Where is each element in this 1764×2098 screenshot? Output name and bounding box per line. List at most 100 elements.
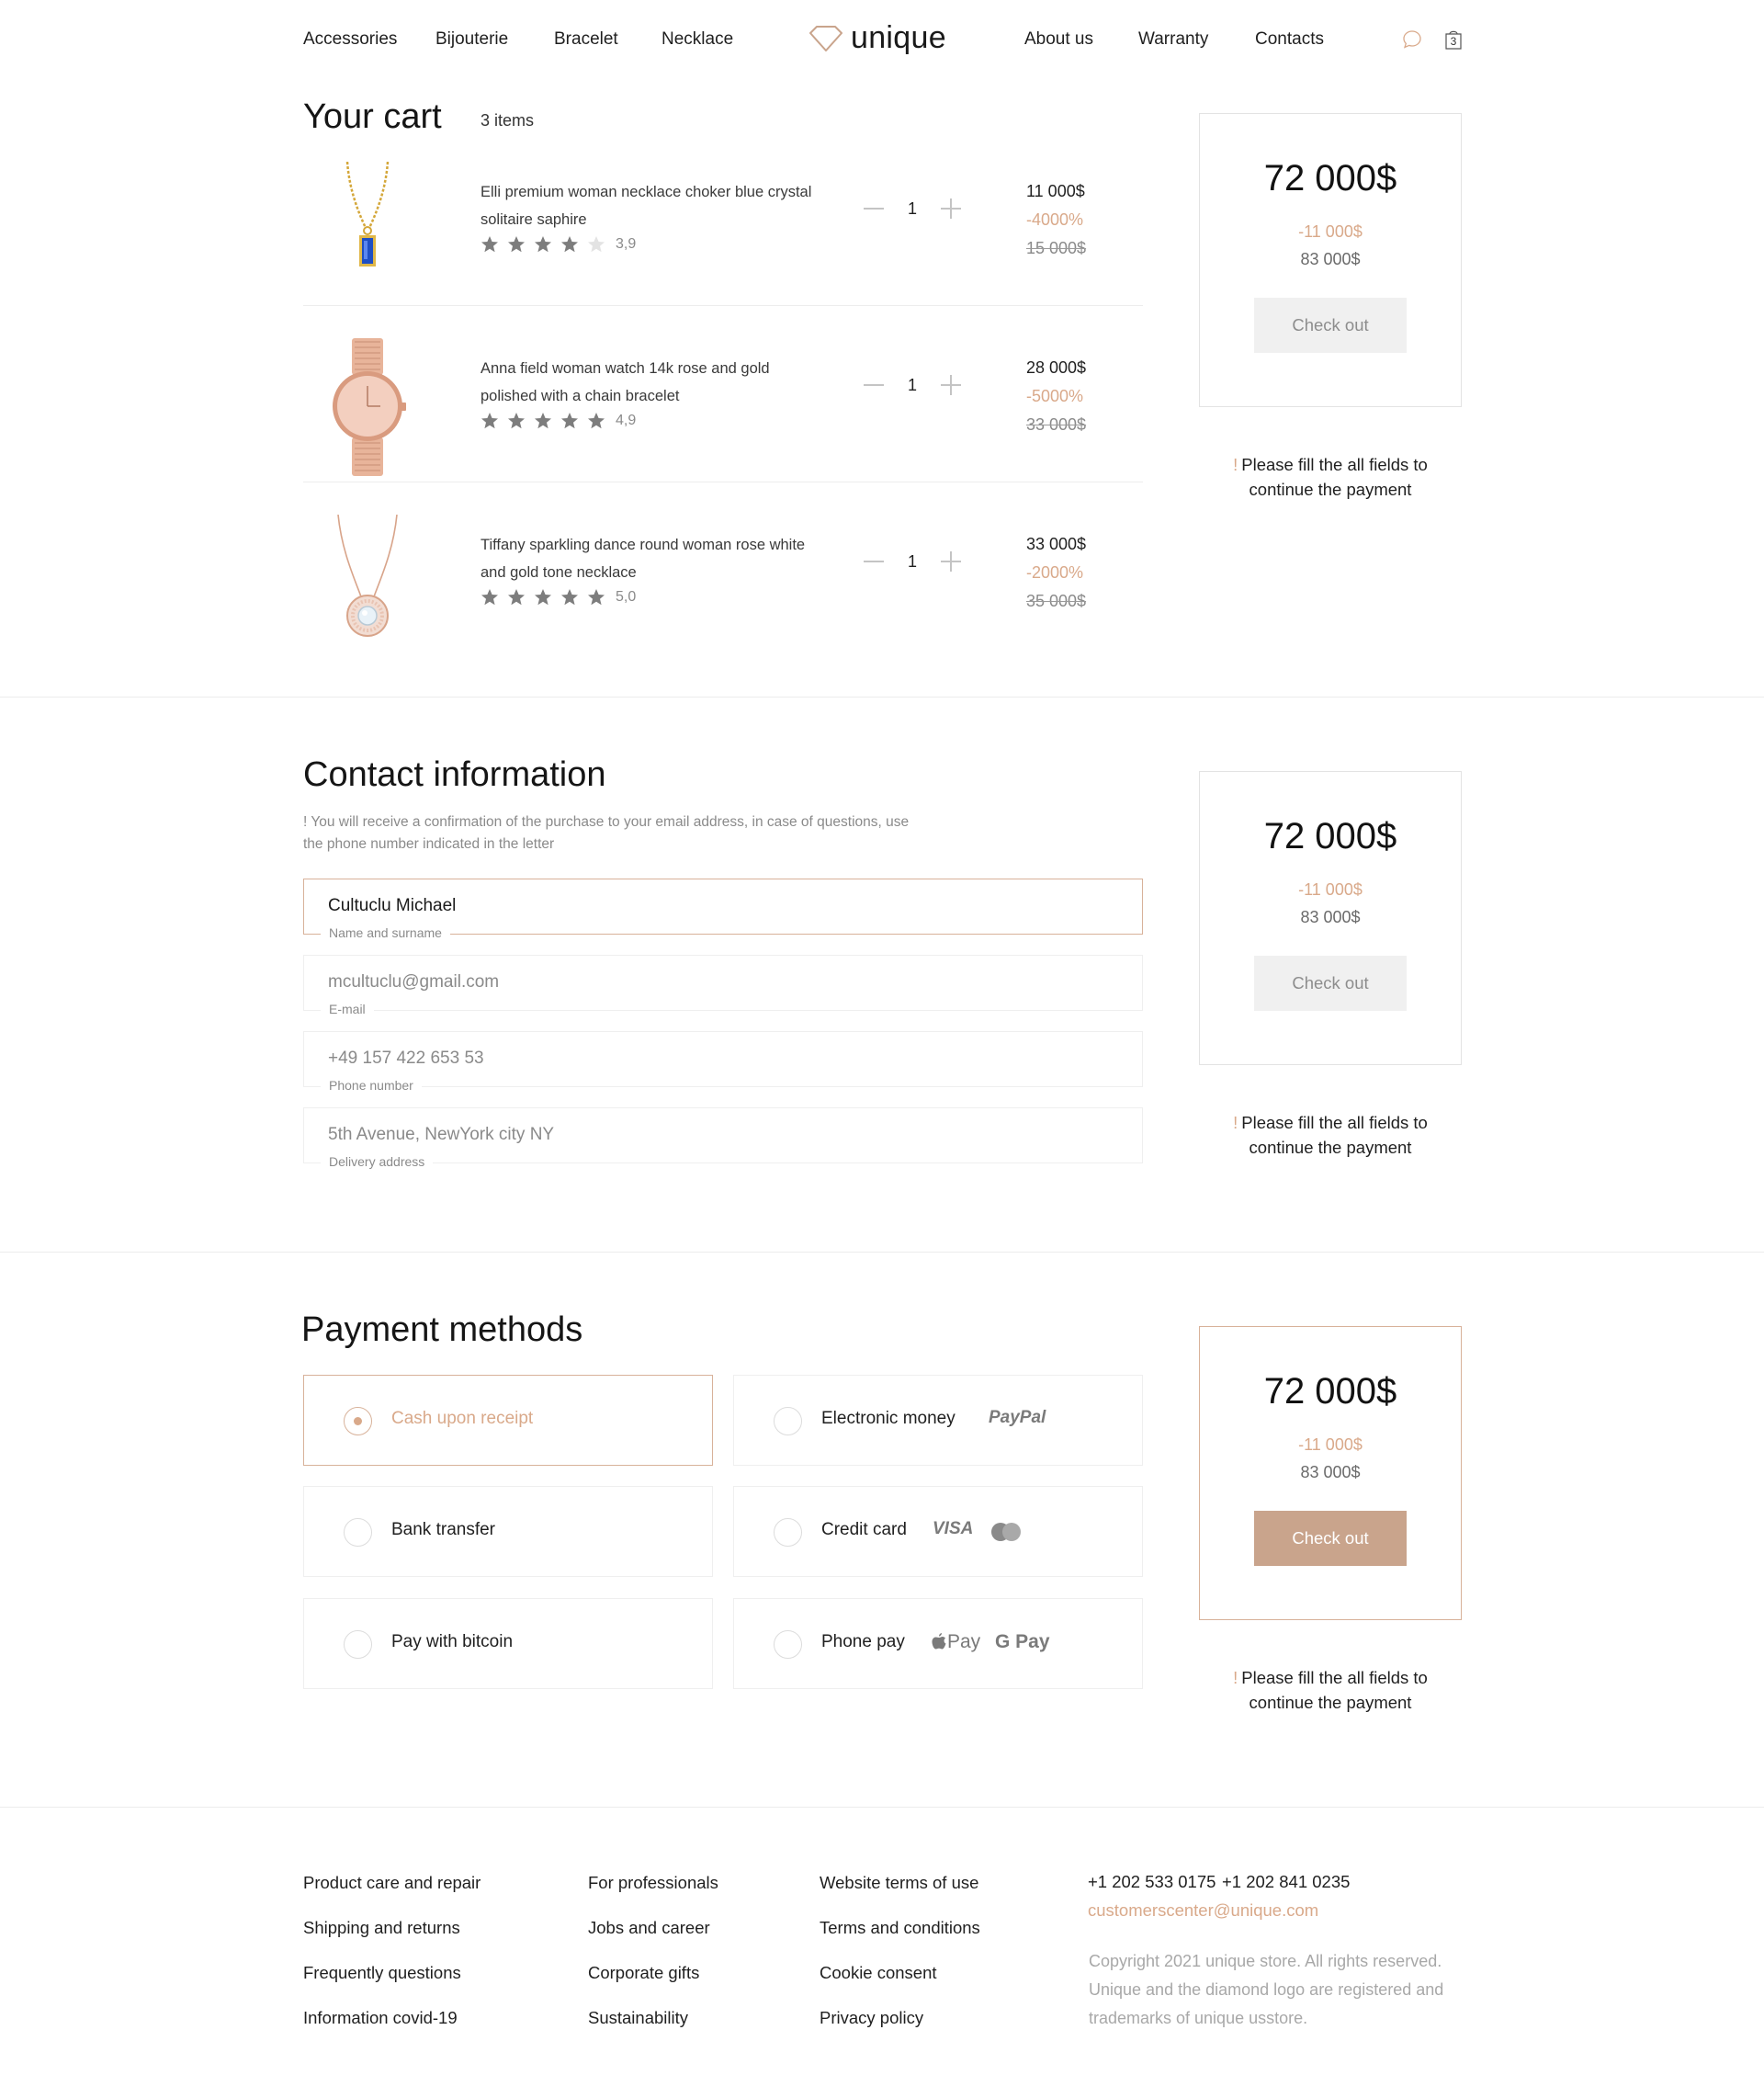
nav-link-about[interactable]: About us	[1024, 29, 1093, 50]
checkout-button[interactable]: Check out	[1254, 956, 1407, 1011]
footer-link-terms-of-use[interactable]: Website terms of use	[820, 1873, 978, 1893]
nav-link-bracelet[interactable]: Bracelet	[554, 29, 618, 50]
email-field: E-mail	[303, 955, 1143, 1016]
radio-button[interactable]	[774, 1407, 802, 1435]
warning-text: Please fill the all fields to continue t…	[1241, 455, 1428, 499]
radio-button[interactable]	[344, 1630, 372, 1659]
radio-button[interactable]	[344, 1518, 372, 1547]
payment-option-label: Cash upon receipt	[391, 1409, 534, 1428]
payment-option-bank[interactable]: Bank transfer	[303, 1486, 713, 1577]
address-input[interactable]	[328, 1108, 1109, 1162]
summary-original-price: 83 000$	[1300, 250, 1361, 268]
product-name[interactable]: Anna field woman watch 14k rose and gold…	[481, 355, 820, 410]
checkout-button[interactable]: Check out	[1254, 298, 1407, 353]
quantity-stepper: 1	[864, 198, 961, 219]
star-filled-icon	[508, 589, 525, 606]
email-field-label: E-mail	[321, 1002, 374, 1016]
rating-stars: 3,9	[481, 235, 636, 254]
email-input[interactable]	[328, 956, 1109, 1009]
phone-input[interactable]	[328, 1032, 1109, 1085]
item-prices: 33 000$ -2000% 35 000$	[1026, 530, 1086, 616]
phone-field-label: Phone number	[321, 1078, 422, 1093]
increase-quantity-button[interactable]	[941, 551, 961, 572]
section-divider	[0, 1807, 1764, 1808]
site-logo[interactable]: unique	[808, 20, 946, 56]
footer-email-link[interactable]: customerscenter@unique.com	[1088, 1900, 1318, 1921]
payment-title: Payment methods	[301, 1310, 583, 1349]
footer-link-covid[interactable]: Information covid-19	[303, 2008, 458, 2028]
section-divider	[0, 1252, 1764, 1253]
star-filled-icon	[535, 413, 551, 429]
item-discount: -4000%	[1026, 210, 1084, 229]
nav-link-necklace[interactable]: Necklace	[662, 29, 733, 50]
item-old-price: 15 000$	[1026, 239, 1087, 257]
footer-link-jobs[interactable]: Jobs and career	[588, 1918, 710, 1938]
footer-link-terms-conditions[interactable]: Terms and conditions	[820, 1918, 980, 1938]
payment-option-label: Electronic money	[821, 1409, 956, 1428]
chat-icon[interactable]	[1402, 29, 1422, 50]
footer-link-faq[interactable]: Frequently questions	[303, 1963, 461, 1983]
footer-phone[interactable]: +1 202 841 0235	[1222, 1872, 1350, 1892]
decrease-quantity-button[interactable]	[864, 375, 884, 395]
contact-note: ! You will receive a confirmation of the…	[303, 814, 910, 852]
diamond-logo-icon	[809, 25, 842, 51]
product-name[interactable]: Elli premium woman necklace choker blue …	[481, 178, 820, 233]
quantity-stepper: 1	[864, 551, 961, 572]
rose-gold-watch-image	[333, 338, 406, 476]
payment-option-bitcoin[interactable]: Pay with bitcoin	[303, 1598, 713, 1689]
footer-phone[interactable]: +1 202 533 0175	[1088, 1872, 1216, 1892]
star-empty-icon	[588, 236, 605, 253]
nav-link-bijouterie[interactable]: Bijouterie	[435, 29, 508, 50]
decrease-quantity-button[interactable]	[864, 198, 884, 219]
payment-option-phone[interactable]: Phone pay Pay G Pay	[733, 1598, 1143, 1689]
footer-link-care[interactable]: Product care and repair	[303, 1873, 481, 1893]
name-field-label: Name and surname	[321, 925, 450, 940]
footer-link-professionals[interactable]: For professionals	[588, 1873, 718, 1893]
nav-link-accessories[interactable]: Accessories	[303, 29, 397, 50]
rating-stars: 5,0	[481, 588, 636, 607]
footer-link-privacy[interactable]: Privacy policy	[820, 2008, 923, 2028]
nav-link-warranty[interactable]: Warranty	[1138, 29, 1208, 50]
radio-button[interactable]	[774, 1518, 802, 1547]
order-summary: 72 000$ -11 000$ 83 000$ Check out	[1199, 1326, 1462, 1620]
quantity-stepper: 1	[864, 375, 961, 395]
summary-discount: -11 000$	[1298, 1435, 1363, 1454]
visa-logo: VISA	[933, 1519, 974, 1538]
nav-link-contacts[interactable]: Contacts	[1255, 29, 1324, 50]
address-field-label: Delivery address	[321, 1154, 434, 1169]
contact-title: Contact information	[303, 755, 606, 794]
item-price: 11 000$	[1026, 182, 1085, 200]
paypal-logo: PayPal	[989, 1408, 1046, 1427]
rating-stars: 4,9	[481, 412, 636, 430]
footer-link-cookie[interactable]: Cookie consent	[820, 1963, 937, 1983]
increase-quantity-button[interactable]	[941, 198, 961, 219]
payment-option-electronic[interactable]: Electronic money PayPal	[733, 1375, 1143, 1466]
fill-fields-warning: ! Please fill the all fields to continue …	[1199, 452, 1462, 502]
blue-pendant-necklace-image	[345, 162, 390, 267]
star-filled-icon	[481, 413, 498, 429]
product-name[interactable]: Tiffany sparkling dance round woman rose…	[481, 531, 820, 586]
name-field: Name and surname	[303, 879, 1143, 940]
payment-option-label: Pay with bitcoin	[391, 1632, 514, 1651]
cart-bag-icon[interactable]: 3	[1443, 29, 1464, 50]
footer-link-shipping[interactable]: Shipping and returns	[303, 1918, 460, 1938]
mastercard-icon	[991, 1523, 1021, 1541]
summary-original-price: 83 000$	[1300, 1463, 1361, 1481]
footer-link-sustainability[interactable]: Sustainability	[588, 2008, 688, 2028]
rating-value: 4,9	[616, 413, 637, 428]
summary-discount: -11 000$	[1298, 222, 1363, 241]
radio-button[interactable]	[774, 1630, 802, 1659]
quantity-value: 1	[908, 551, 918, 571]
decrease-quantity-button[interactable]	[864, 551, 884, 572]
item-old-price: 33 000$	[1026, 415, 1087, 434]
cart-item: Tiffany sparkling dance round woman rose…	[303, 515, 1143, 691]
increase-quantity-button[interactable]	[941, 375, 961, 395]
item-prices: 28 000$ -5000% 33 000$	[1026, 354, 1086, 439]
star-filled-icon	[588, 589, 605, 606]
checkout-button[interactable]: Check out	[1254, 1511, 1407, 1566]
footer-link-gifts[interactable]: Corporate gifts	[588, 1963, 699, 1983]
logo-text: unique	[851, 20, 946, 55]
radio-button[interactable]	[344, 1407, 372, 1435]
payment-option-card[interactable]: Credit card VISA	[733, 1486, 1143, 1577]
payment-option-cash[interactable]: Cash upon receipt	[303, 1375, 713, 1466]
